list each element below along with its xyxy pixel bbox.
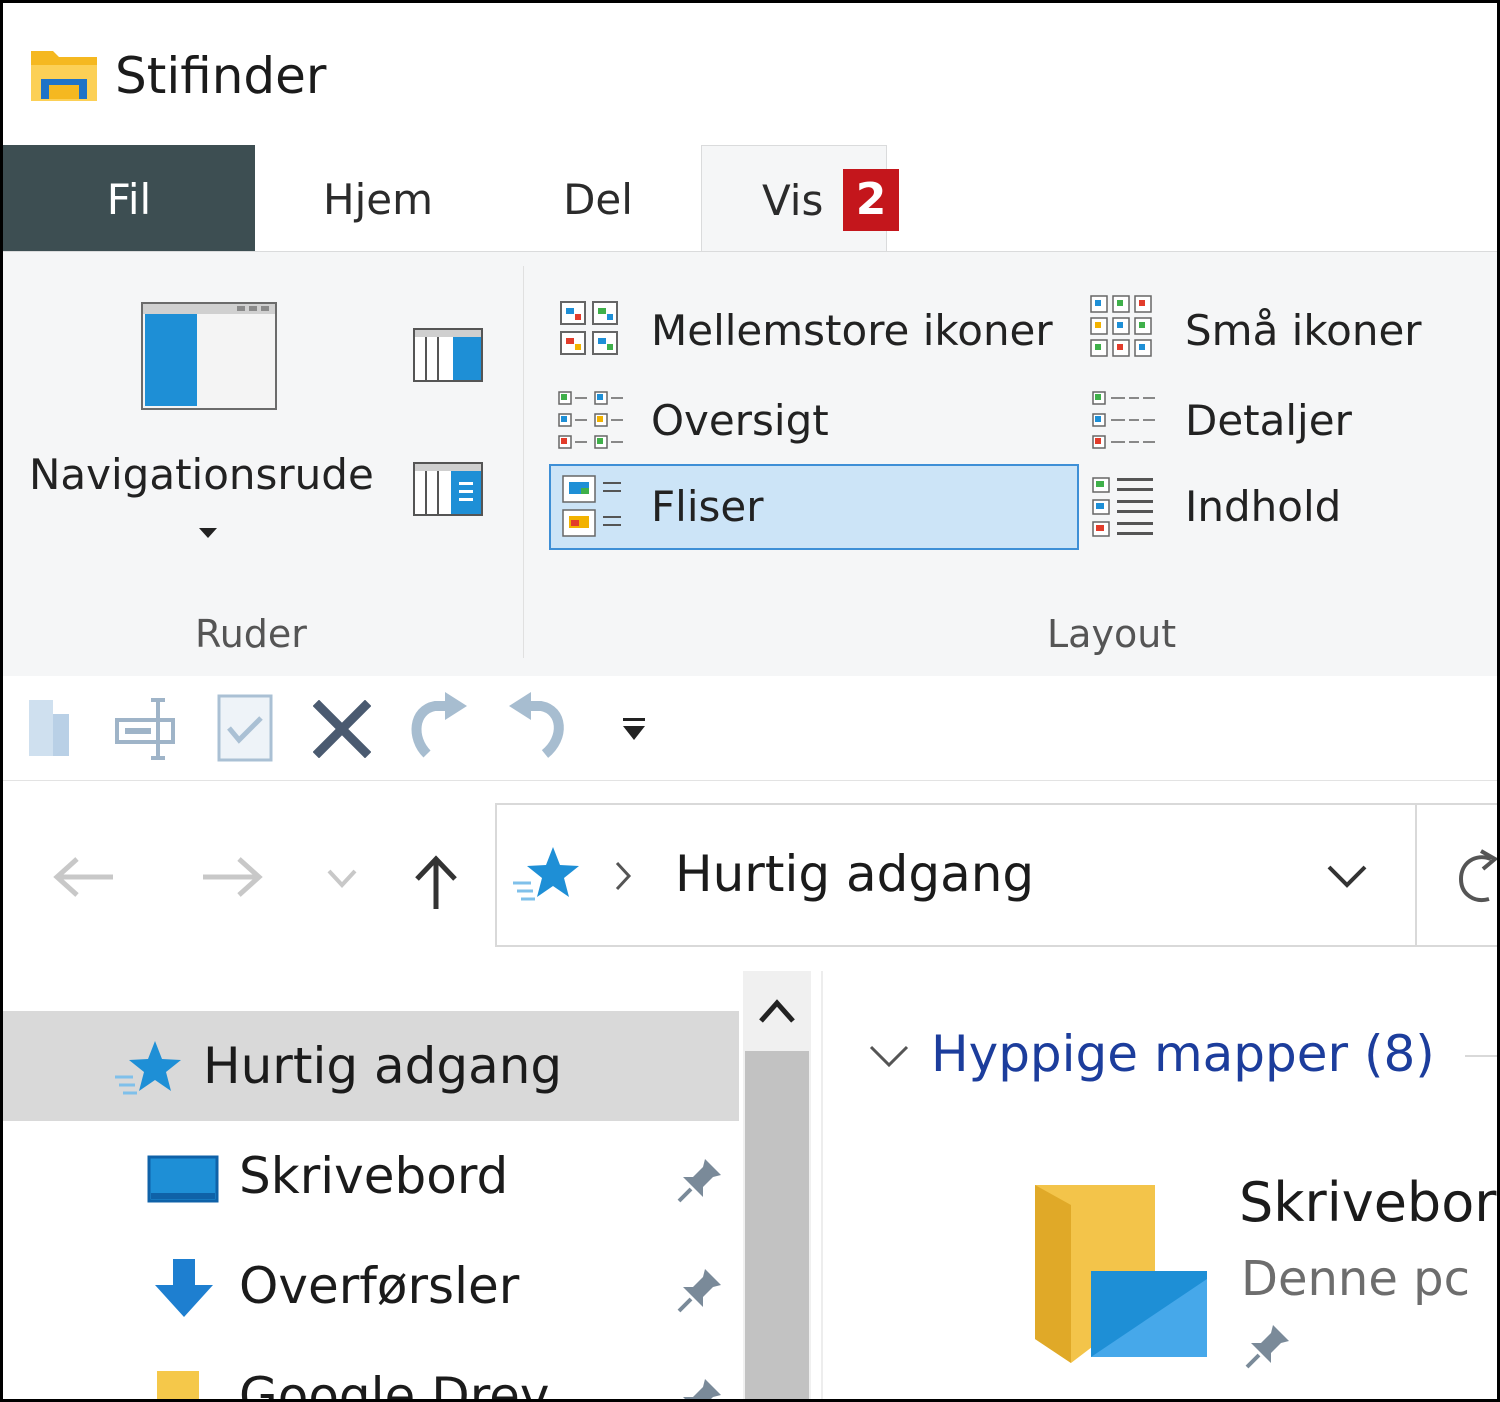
group-separator [523,266,524,658]
panes-group-label: Ruder [195,612,307,656]
nav-item-downloads[interactable]: Overførsler [3,1231,739,1341]
nav-item-desktop[interactable]: Skrivebord [3,1121,739,1231]
quick-access-toolbar [3,676,1497,781]
medium-icons-icon [560,301,618,355]
scroll-thumb[interactable] [745,1051,809,1399]
navigation-bar: Hurtig adgang [3,781,1497,971]
ribbon-tabs: Fil Hjem Del Vis [3,145,1497,253]
collapse-chevron-icon[interactable] [867,1041,911,1071]
forward-arrow-icon[interactable] [199,855,265,899]
folder-tile-desktop[interactable]: Skrivebord Denne pc [1025,1171,1497,1399]
layout-label: Små ikoner [1185,306,1422,355]
small-icons-icon [1090,295,1152,357]
details-pane-icon[interactable] [413,462,483,516]
recent-locations-icon[interactable] [325,867,359,889]
navigation-pane-icon [141,302,277,410]
folder-app-icon [31,51,97,101]
redo-icon[interactable] [405,690,475,762]
pane-separator [821,971,823,1399]
nav-item-label: Google Drev [239,1367,550,1402]
layout-small-icons[interactable]: Små ikoner [1083,288,1497,374]
preview-pane-icon[interactable] [413,328,483,382]
navigation-pane-button[interactable] [21,292,401,552]
pin-icon[interactable] [675,1375,725,1402]
pin-icon[interactable] [1243,1321,1293,1371]
address-separator [1415,805,1417,945]
desktop-folder-icon [1035,1185,1207,1363]
tiles-view-icon [562,475,621,537]
dropdown-arrow-icon[interactable] [197,526,219,540]
layout-label: Fliser [651,482,764,531]
ribbon-panel: Navigationsrude Ruder Mellemstore ikoner… [3,251,1497,677]
layout-label: Oversigt [651,396,829,445]
nav-item-label: Skrivebord [239,1147,509,1205]
nav-item-label: Hurtig adgang [203,1037,563,1095]
content-view-icon [1092,477,1153,537]
folder-icon [157,1371,199,1399]
star-icon [513,847,579,901]
layout-label: Mellemstore ikoner [651,306,1053,355]
tab-del[interactable]: Del [523,145,673,251]
layout-group-label: Layout [1047,612,1177,656]
navigation-pane-label: Navigationsrude [29,450,374,499]
checkbox-icon[interactable] [215,692,275,764]
nav-item-quick-access[interactable]: Hurtig adgang [3,1011,739,1121]
details-view-icon [1092,391,1155,449]
rename-icon[interactable] [113,694,183,764]
list-view-icon [558,391,623,449]
layout-tiles[interactable]: Fliser [549,464,1079,550]
up-arrow-icon[interactable] [411,853,461,911]
refresh-icon[interactable] [1455,849,1500,905]
window-title: Stifinder [115,47,327,105]
layout-medium-icons[interactable]: Mellemstore ikoner [549,288,1079,374]
breadcrumb-chevron-icon[interactable] [613,859,633,893]
download-icon [155,1259,213,1317]
navigation-pane: Hurtig adgang Skrivebord Overførsler Goo… [3,971,743,1402]
pin-icon[interactable] [675,1265,725,1315]
frequent-folders-heading[interactable]: Hyppige mapper (8) [931,1025,1435,1083]
desktop-icon [147,1155,219,1203]
nav-item-google-drive[interactable]: Google Drev [3,1341,739,1402]
step-badge: 2 [843,169,899,231]
layout-label: Indhold [1185,482,1342,531]
tile-name: Skrivebord [1239,1171,1497,1234]
address-location: Hurtig adgang [675,845,1035,903]
explorer-window: Stifinder Fil Hjem Del Vis 2 Navigations… [0,0,1500,1402]
tab-fil[interactable]: Fil [3,145,255,251]
pin-icon[interactable] [675,1155,725,1205]
address-bar[interactable]: Hurtig adgang [495,803,1500,947]
undo-icon[interactable] [501,690,571,762]
address-dropdown-icon[interactable] [1325,861,1369,891]
star-icon [115,1041,181,1095]
layout-details[interactable]: Detaljer [1083,378,1497,464]
layout-label: Detaljer [1185,396,1352,445]
tab-hjem[interactable]: Hjem [293,145,463,251]
properties-icon[interactable] [25,698,73,760]
customize-toolbar-icon[interactable] [619,716,649,744]
tile-location: Denne pc [1241,1251,1470,1307]
scroll-up-icon[interactable] [757,997,797,1025]
layout-content[interactable]: Indhold [1083,464,1497,550]
title-bar: Stifinder [3,3,1497,145]
layout-list[interactable]: Oversigt [549,378,1079,464]
nav-item-label: Overførsler [239,1257,520,1315]
navigation-pane-scrollbar[interactable] [743,971,811,1399]
delete-icon[interactable] [313,700,371,758]
content-area: Hyppige mapper (8) Skrivebord Denne pc [825,971,1497,1399]
section-divider [1465,1055,1497,1057]
back-arrow-icon[interactable] [51,855,117,899]
